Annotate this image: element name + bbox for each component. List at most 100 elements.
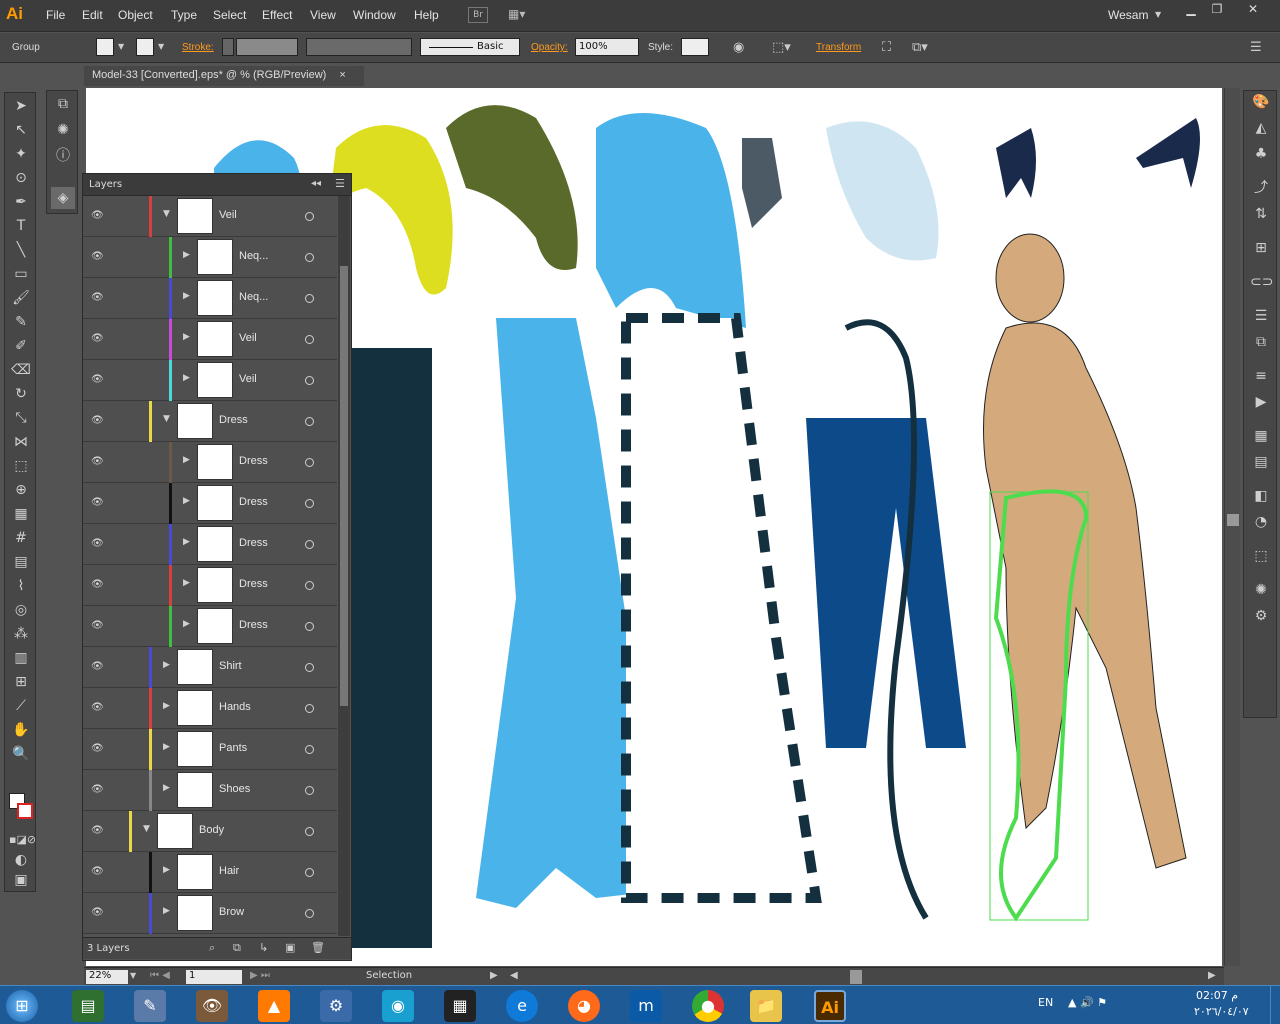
- menu-window[interactable]: Window: [353, 8, 396, 22]
- close-button[interactable]: ✕: [1240, 2, 1266, 18]
- layer-row[interactable]: 👁 ▶ Hair: [83, 852, 337, 893]
- target-circle-icon[interactable]: [305, 868, 314, 877]
- vertical-scrollbar[interactable]: [1224, 88, 1240, 966]
- visibility-eye-icon[interactable]: 👁: [91, 374, 105, 385]
- layer-name[interactable]: Dress: [239, 619, 268, 631]
- fill-swatch[interactable]: [96, 38, 114, 56]
- pencil-tool-icon[interactable]: ✎: [9, 311, 33, 333]
- color-panel-icon[interactable]: 🎨: [1250, 91, 1272, 113]
- visibility-eye-icon[interactable]: 👁: [91, 538, 105, 549]
- target-circle-icon[interactable]: [305, 458, 314, 467]
- restore-button[interactable]: ❐: [1204, 2, 1230, 18]
- expand-triangle-right-icon[interactable]: ▶: [183, 578, 190, 588]
- hand-tool-icon[interactable]: ✋: [9, 719, 33, 741]
- asset-export-icon[interactable]: ⬚: [1250, 545, 1272, 567]
- start-button[interactable]: ⊞: [6, 990, 38, 1022]
- menu-help[interactable]: Help: [414, 8, 439, 22]
- menu-view[interactable]: View: [310, 8, 336, 22]
- expand-triangle-right-icon[interactable]: ▶: [183, 496, 190, 506]
- column-graph-tool-icon[interactable]: ▥: [9, 647, 33, 669]
- menu-file[interactable]: File: [46, 8, 65, 22]
- transform-icon[interactable]: ⊞: [1250, 237, 1272, 259]
- transparency-icon[interactable]: ▦: [1250, 425, 1272, 447]
- layers-scrollbar[interactable]: [338, 196, 350, 936]
- menu-effect[interactable]: Effect: [262, 8, 292, 22]
- next-artboard-icon[interactable]: ▶ ⏭: [250, 970, 270, 981]
- expand-triangle-right-icon[interactable]: ▶: [163, 742, 170, 752]
- brushes-icon[interactable]: ⤴: [1250, 177, 1272, 199]
- target-circle-icon[interactable]: [305, 581, 314, 590]
- stroke-weight-input[interactable]: [236, 38, 298, 56]
- paintbrush-tool-icon[interactable]: 🖌: [9, 287, 33, 309]
- layer-row[interactable]: 👁 ▶ Brow: [83, 893, 337, 934]
- stroke-label[interactable]: Stroke:: [182, 42, 214, 53]
- visibility-eye-icon[interactable]: 👁: [91, 784, 105, 795]
- menu-object[interactable]: Object: [118, 8, 153, 22]
- vlc-icon[interactable]: ▲: [258, 990, 290, 1022]
- fill-dropdown-icon[interactable]: ▼: [118, 42, 124, 51]
- layer-name[interactable]: Pants: [219, 742, 247, 754]
- opacity-label[interactable]: Opacity:: [531, 42, 568, 53]
- selection-tool-icon[interactable]: ➤: [9, 95, 33, 117]
- visibility-eye-icon[interactable]: 👁: [91, 579, 105, 590]
- lasso-tool-icon[interactable]: ⊙: [9, 167, 33, 189]
- visibility-eye-icon[interactable]: 👁: [91, 251, 105, 262]
- swatches-icon[interactable]: ♣: [1250, 143, 1272, 165]
- make-clipping-mask-icon[interactable]: ⧉: [233, 941, 241, 955]
- file-explorer-icon[interactable]: 📁: [750, 990, 782, 1022]
- layer-name[interactable]: Shoes: [219, 783, 250, 795]
- target-circle-icon[interactable]: [305, 499, 314, 508]
- layer-name[interactable]: Hair: [219, 865, 239, 877]
- taskbar-app-10-icon[interactable]: m: [630, 990, 662, 1022]
- clock-date[interactable]: ٢٠٢٦/٠٤/٠٧: [1194, 1005, 1249, 1018]
- menu-select[interactable]: Select: [213, 8, 246, 22]
- stroke-weight-stepper[interactable]: [222, 38, 234, 56]
- workspace-user[interactable]: Wesam: [1108, 8, 1148, 22]
- graphic-styles-icon[interactable]: ◧: [1250, 485, 1272, 507]
- layer-name[interactable]: Dress: [239, 496, 268, 508]
- layer-row[interactable]: 👁 ▶ Veil: [83, 319, 337, 360]
- width-tool-icon[interactable]: ⋈: [9, 431, 33, 453]
- align-panel-icon[interactable]: ☰: [1250, 305, 1272, 327]
- expand-triangle-right-icon[interactable]: ▶: [183, 250, 190, 260]
- layer-name[interactable]: Neq...: [239, 291, 268, 303]
- eraser-tool-icon[interactable]: ⌫: [9, 359, 33, 381]
- document-tab[interactable]: Model-33 [Converted].eps* @ % (RGB/Previ…: [84, 66, 364, 86]
- expand-triangle-right-icon[interactable]: ▶: [163, 906, 170, 916]
- status-menu-icon[interactable]: ▶: [490, 970, 498, 981]
- input-language[interactable]: EN: [1038, 996, 1053, 1009]
- taskbar-app-5-icon[interactable]: ⚙: [320, 990, 352, 1022]
- zoom-input[interactable]: 22%: [86, 970, 128, 984]
- target-circle-icon[interactable]: [305, 622, 314, 631]
- target-circle-icon[interactable]: [305, 253, 314, 262]
- eyedropper-tool-icon[interactable]: ⌇: [9, 575, 33, 597]
- menu-type[interactable]: Type: [171, 8, 197, 22]
- free-transform-tool-icon[interactable]: ⬚: [9, 455, 33, 477]
- target-circle-icon[interactable]: [305, 745, 314, 754]
- visibility-eye-icon[interactable]: 👁: [91, 866, 105, 877]
- info-panel-icon[interactable]: ⓘ: [51, 145, 75, 167]
- layer-row[interactable]: 👁 ▶ Dress: [83, 442, 337, 483]
- visibility-eye-icon[interactable]: 👁: [91, 907, 105, 918]
- blend-tool-icon[interactable]: ◎: [9, 599, 33, 621]
- layers-tab[interactable]: Layers: [89, 179, 122, 190]
- target-circle-icon[interactable]: [305, 909, 314, 918]
- visibility-eye-icon[interactable]: 👁: [91, 825, 105, 836]
- artboard-number-input[interactable]: 1: [186, 970, 242, 984]
- studio-app-icon[interactable]: ▦: [444, 990, 476, 1022]
- delete-layer-icon[interactable]: 🗑: [311, 941, 325, 954]
- opacity-input[interactable]: 100%: [575, 38, 639, 56]
- expand-triangle-down-icon[interactable]: ▼: [143, 824, 150, 834]
- gradient-tool-icon[interactable]: ▤: [9, 551, 33, 573]
- layer-name[interactable]: Dress: [239, 455, 268, 467]
- layer-row[interactable]: 👁 ▶ Dress: [83, 483, 337, 524]
- layer-row[interactable]: 👁 ▼ Body: [83, 811, 337, 852]
- layer-name[interactable]: Neq...: [239, 250, 268, 262]
- arrange-documents-icon[interactable]: ▦▾: [508, 7, 536, 23]
- zoom-dropdown-icon[interactable]: ▼: [130, 971, 136, 980]
- menu-edit[interactable]: Edit: [82, 8, 103, 22]
- variable-width-select[interactable]: [306, 38, 412, 56]
- target-circle-icon[interactable]: [305, 786, 314, 795]
- line-tool-icon[interactable]: ╲: [9, 239, 33, 261]
- perspective-grid-tool-icon[interactable]: ▦: [9, 503, 33, 525]
